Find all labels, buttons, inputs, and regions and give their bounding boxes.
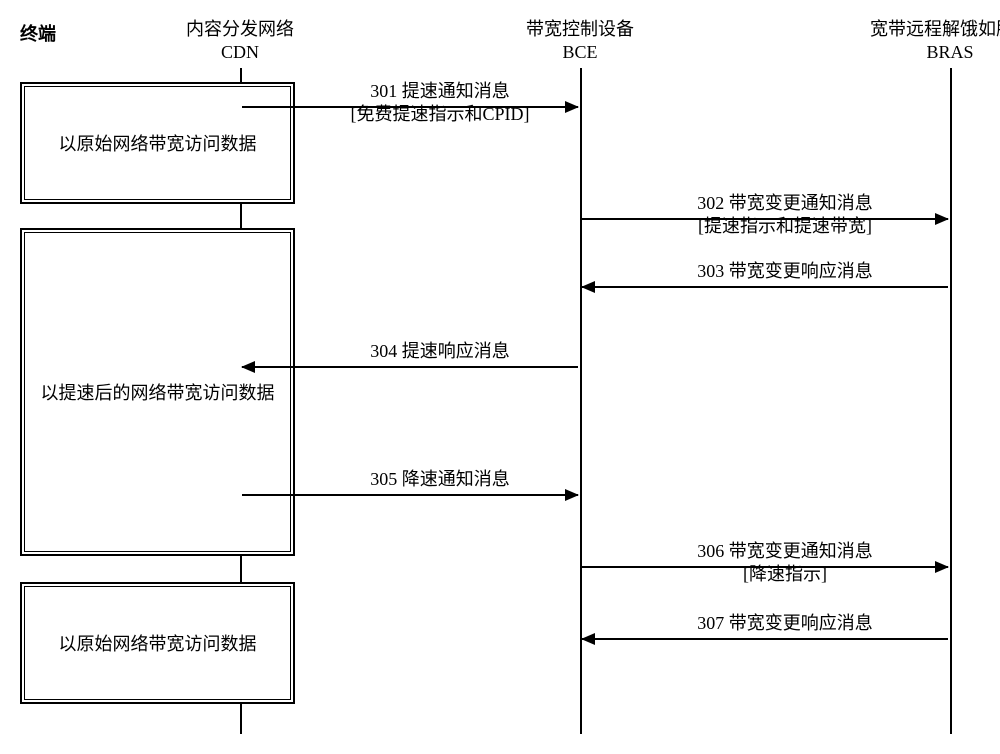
msg-305-label: 305 降速通知消息 — [300, 468, 580, 491]
arrow-302 — [582, 218, 948, 220]
actor-bce-line1: 带宽控制设备 — [515, 18, 645, 41]
arrow-301 — [242, 106, 578, 108]
actor-bce-line2: BCE — [515, 41, 645, 64]
msg-304-main: 304 提速响应消息 — [370, 341, 510, 361]
msg-307-main: 307 带宽变更响应消息 — [697, 613, 873, 633]
arrow-306 — [582, 566, 948, 568]
arrow-307 — [582, 638, 948, 640]
msg-303-main: 303 带宽变更响应消息 — [697, 261, 873, 281]
lifeline-bras — [950, 68, 952, 734]
msg-306-label: 306 带宽变更通知消息 [降速指示] — [620, 540, 950, 585]
arrow-303 — [582, 286, 948, 288]
sequence-diagram: 终端 内容分发网络 CDN 带宽控制设备 BCE 宽带远程解饿如服务器 BRAS… — [20, 20, 980, 734]
state-box-2: 以提速后的网络带宽访问数据 — [20, 228, 295, 556]
msg-302-label: 302 带宽变更通知消息 [提速指示和提速带宽] — [620, 192, 950, 237]
actor-cdn-line1: 内容分发网络 — [175, 18, 305, 41]
arrow-304 — [242, 366, 578, 368]
msg-306-main: 306 带宽变更通知消息 — [697, 541, 873, 561]
state-box-3: 以原始网络带宽访问数据 — [20, 582, 295, 704]
msg-305-main: 305 降速通知消息 — [370, 469, 510, 489]
state-box-3-text: 以原始网络带宽访问数据 — [59, 630, 257, 656]
msg-304-label: 304 提速响应消息 — [300, 340, 580, 363]
state-box-1-text: 以原始网络带宽访问数据 — [59, 130, 257, 156]
msg-301-main: 301 提速通知消息 — [370, 81, 510, 101]
actor-terminal: 终端 — [20, 20, 56, 46]
msg-307-label: 307 带宽变更响应消息 — [620, 612, 950, 635]
state-box-2-text: 以提速后的网络带宽访问数据 — [41, 379, 275, 405]
msg-302-main: 302 带宽变更通知消息 — [697, 193, 873, 213]
actor-bce: 带宽控制设备 BCE — [515, 18, 645, 65]
actor-bras-line1: 宽带远程解饿如服务器 — [850, 18, 1000, 41]
state-box-1: 以原始网络带宽访问数据 — [20, 82, 295, 204]
msg-303-label: 303 带宽变更响应消息 — [620, 260, 950, 283]
msg-301-label: 301 提速通知消息 [免费提速指示和CPID] — [300, 80, 580, 125]
actor-bras-line2: BRAS — [850, 41, 1000, 64]
arrow-305 — [242, 494, 578, 496]
actor-cdn: 内容分发网络 CDN — [175, 18, 305, 65]
actor-cdn-line2: CDN — [175, 41, 305, 64]
actor-bras: 宽带远程解饿如服务器 BRAS — [850, 18, 1000, 65]
